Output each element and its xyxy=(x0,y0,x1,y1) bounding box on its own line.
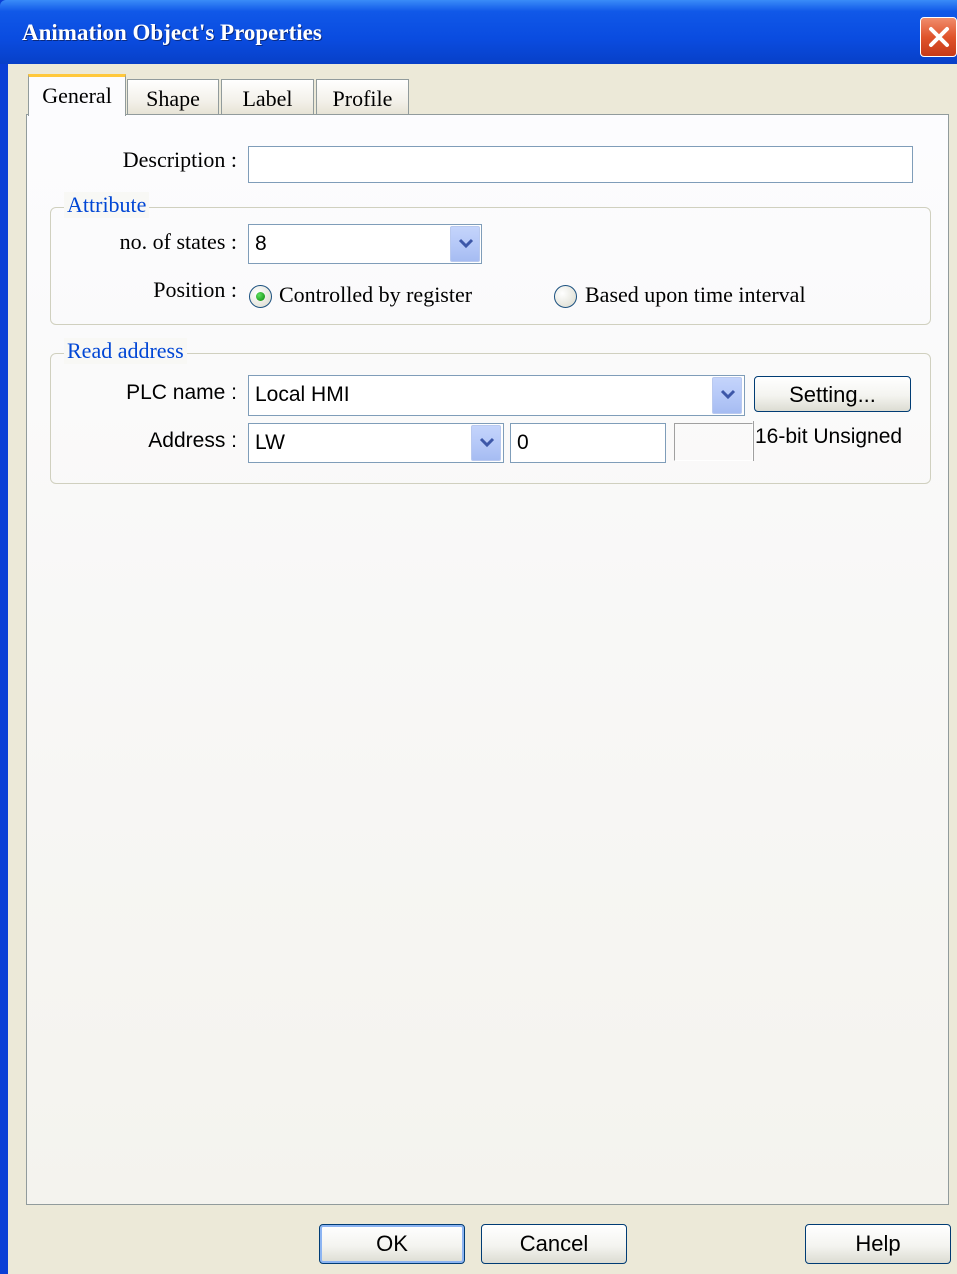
description-input[interactable] xyxy=(248,146,913,183)
help-button[interactable]: Help xyxy=(805,1224,951,1264)
plc-name-label: PLC name : xyxy=(126,381,237,404)
radio-controlled-by-register-label[interactable]: Controlled by register xyxy=(279,282,472,308)
read-address-group-title: Read address xyxy=(64,338,187,364)
address-value-input[interactable]: 0 xyxy=(510,423,666,463)
address-device-dropdown-button[interactable] xyxy=(471,425,501,461)
tab-profile[interactable]: Profile xyxy=(316,79,409,115)
states-dropdown-button[interactable] xyxy=(450,226,480,262)
tab-profile-label: Profile xyxy=(332,86,393,111)
chevron-down-icon xyxy=(458,238,474,249)
address-extra-field xyxy=(674,423,753,461)
read-address-group xyxy=(50,353,931,484)
radio-based-upon-time-interval-label[interactable]: Based upon time interval xyxy=(585,282,806,308)
address-label: Address : xyxy=(148,429,237,452)
setting-button[interactable]: Setting... xyxy=(754,376,911,412)
tab-general[interactable]: General xyxy=(28,74,126,116)
plc-name-select[interactable]: Local HMI xyxy=(248,375,745,416)
help-button-label: Help xyxy=(855,1231,901,1256)
chevron-down-icon xyxy=(479,437,495,448)
tab-label-label: Label xyxy=(242,86,293,111)
cancel-button[interactable]: Cancel xyxy=(481,1224,627,1264)
description-label: Description : xyxy=(122,147,237,172)
cancel-button-label: Cancel xyxy=(519,1231,589,1256)
radio-based-upon-time-interval[interactable] xyxy=(554,285,577,308)
position-label: Position : xyxy=(153,277,237,302)
plc-name-select-value: Local HMI xyxy=(255,383,350,406)
close-button[interactable] xyxy=(920,17,957,57)
states-label: no. of states : xyxy=(119,229,237,254)
tab-general-label: General xyxy=(42,83,112,108)
window-title: Animation Object's Properties xyxy=(22,20,322,45)
setting-button-label: Setting... xyxy=(789,382,876,407)
ok-button[interactable]: OK xyxy=(319,1224,465,1264)
tab-shape-label: Shape xyxy=(146,86,200,111)
tab-label[interactable]: Label xyxy=(221,79,314,115)
ok-button-label: OK xyxy=(376,1231,408,1256)
close-icon xyxy=(929,27,949,47)
tab-panel-general: Description : Attribute no. of states : … xyxy=(26,114,949,1205)
radio-controlled-by-register[interactable] xyxy=(249,285,272,308)
tab-shape[interactable]: Shape xyxy=(127,79,219,115)
address-format-text: 16-bit Unsigned xyxy=(755,425,903,448)
address-device-select-value: LW xyxy=(255,431,285,454)
chevron-down-icon xyxy=(720,389,736,400)
attribute-group-title: Attribute xyxy=(64,192,150,218)
states-select[interactable]: 8 xyxy=(248,224,482,264)
title-bar[interactable]: Animation Object's Properties xyxy=(0,0,957,64)
address-format-box: 16-bit Unsigned xyxy=(753,421,910,461)
radio-selected-dot xyxy=(256,292,265,301)
plc-name-dropdown-button[interactable] xyxy=(712,377,742,414)
address-device-select[interactable]: LW xyxy=(248,423,504,463)
states-select-value: 8 xyxy=(255,232,267,255)
